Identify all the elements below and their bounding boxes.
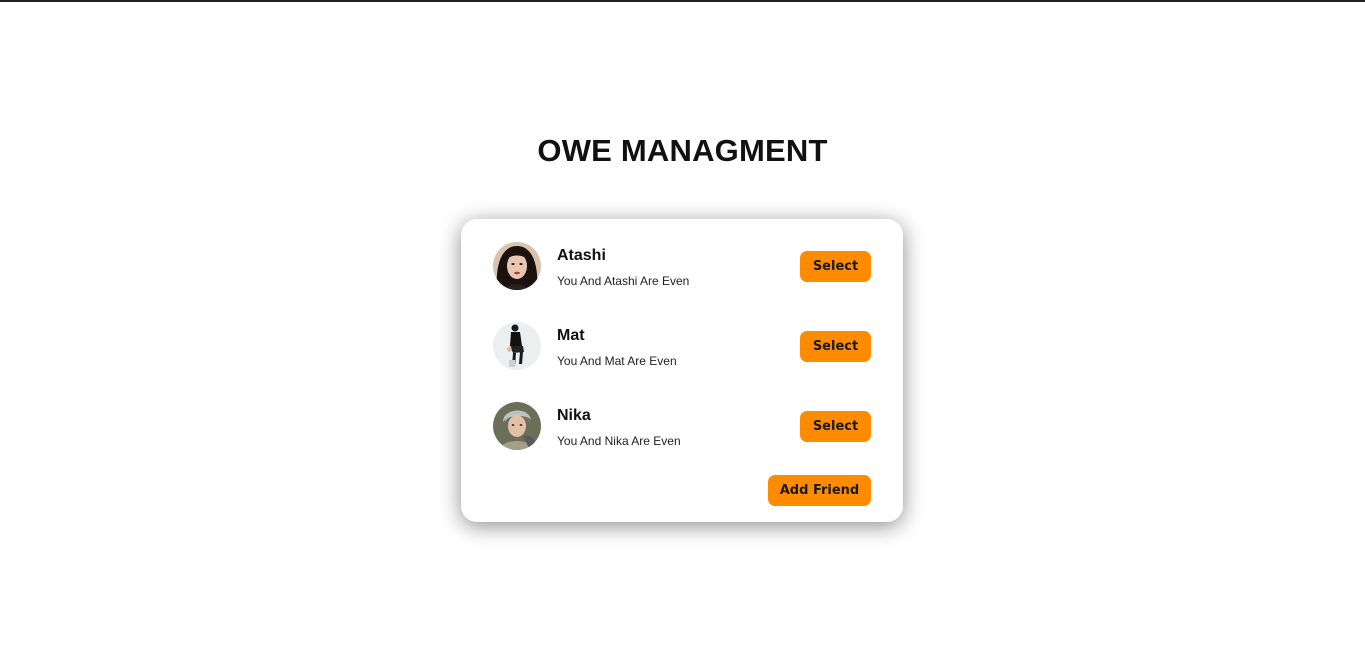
friend-balance-status: You And Atashi Are Even [557,274,690,288]
friend-name: Mat [557,327,585,344]
friend-item-nika: Nika You And Nika Are Even Select [493,402,871,452]
avatar [493,322,541,370]
avatar [493,242,541,290]
select-button[interactable]: Select [800,331,871,362]
select-button[interactable]: Select [800,251,871,282]
page-title: OWE MANAGMENT [537,133,828,168]
select-button[interactable]: Select [800,411,871,442]
friend-balance-status: You And Mat Are Even [557,354,677,368]
add-friend-button[interactable]: Add Friend [768,475,871,506]
friend-name: Atashi [557,247,606,264]
friend-item-mat: Mat You And Mat Are Even Select [493,322,871,372]
friend-balance-status: You And Nika Are Even [557,434,681,448]
top-border [0,0,1365,2]
avatar [493,402,541,450]
friend-name: Nika [557,407,591,424]
friend-item-atashi: Atashi You And Atashi Are Even Select [493,242,871,292]
friends-card: Atashi You And Atashi Are Even Select Ma… [461,219,903,522]
